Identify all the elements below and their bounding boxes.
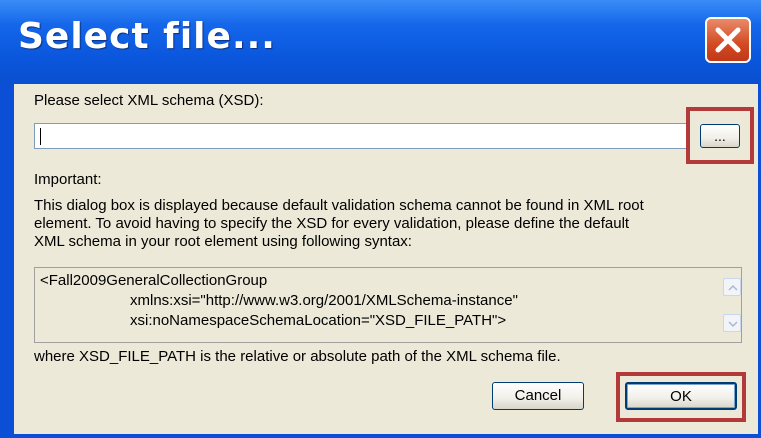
ok-button[interactable]: OK	[625, 382, 737, 410]
schema-prompt-label: Please select XML schema (XSD):	[34, 92, 264, 109]
close-button[interactable]	[705, 17, 751, 63]
close-icon	[715, 27, 741, 53]
scroll-up-icon	[728, 284, 738, 291]
scroll-down-button[interactable]	[723, 314, 741, 332]
dialog-body: Please select XML schema (XSD): ... Impo…	[14, 84, 758, 434]
syntax-line-2: xmlns:xsi="http://www.w3.org/2001/XMLSch…	[130, 292, 518, 309]
text-caret	[40, 128, 41, 145]
syntax-example-text: <Fall2009GeneralCollectionGroup xmlns:xsi…	[40, 271, 518, 331]
syntax-line-3: xsi:noNamespaceSchemaLocation="XSD_FILE_…	[130, 312, 507, 329]
scroll-up-button[interactable]	[723, 278, 741, 296]
info-line-3: XML schema in your root element using fo…	[34, 233, 412, 250]
select-file-dialog: Select file... Please select XML schema …	[0, 0, 761, 438]
syntax-scrollbar[interactable]	[723, 270, 741, 340]
cancel-button[interactable]: Cancel	[492, 382, 584, 410]
window-title: Select file...	[18, 16, 276, 57]
info-line-1: This dialog box is displayed because def…	[34, 197, 644, 214]
important-label: Important:	[34, 171, 102, 188]
schema-path-input[interactable]	[34, 123, 690, 149]
syntax-example-box: <Fall2009GeneralCollectionGroup xmlns:xsi…	[34, 267, 742, 343]
info-line-2: element. To avoid having to specify the …	[34, 215, 630, 232]
scroll-down-icon	[728, 321, 738, 328]
browse-button[interactable]: ...	[700, 124, 740, 148]
info-text: This dialog box is displayed because def…	[34, 197, 744, 251]
footer-note: where XSD_FILE_PATH is the relative or a…	[34, 348, 561, 365]
syntax-line-1: <Fall2009GeneralCollectionGroup	[40, 272, 268, 289]
title-bar[interactable]: Select file...	[0, 0, 761, 84]
